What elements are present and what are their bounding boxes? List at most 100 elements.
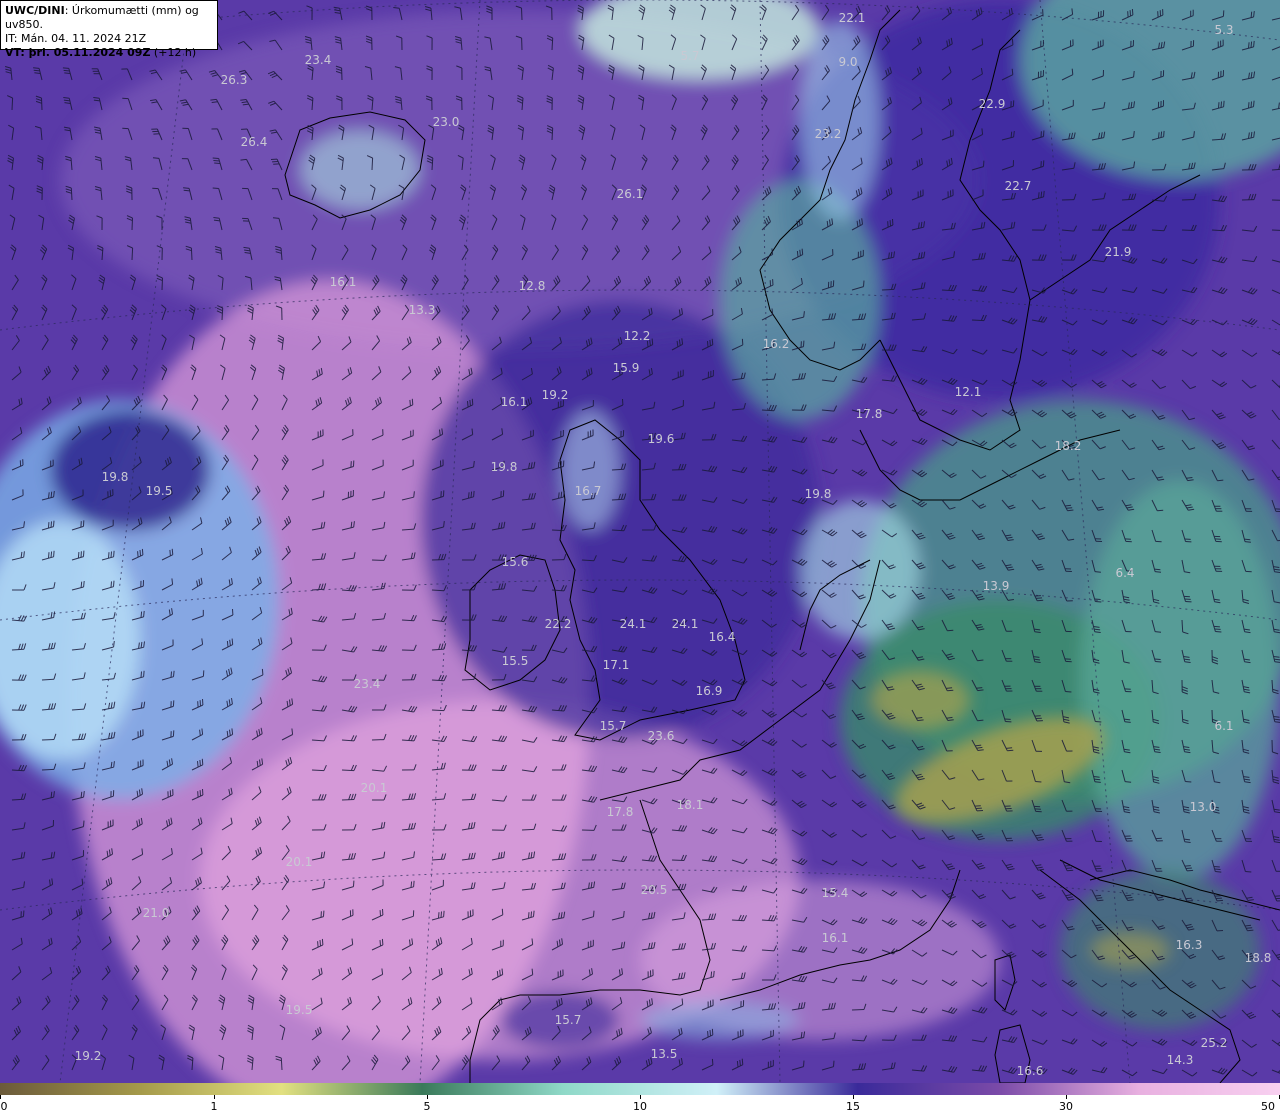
wind-barb-flag: [1038, 192, 1040, 199]
wind-barb-flag: [50, 551, 53, 558]
wind-barb-flag: [1250, 101, 1252, 108]
wind-barb-flag: [646, 340, 649, 348]
wind-barb-flag: [1250, 41, 1253, 48]
wind-barb-flag: [229, 639, 231, 646]
valid-time-label: VT: [5, 46, 21, 59]
wind-barb-flag: [981, 38, 984, 45]
wind-barb: [431, 709, 445, 712]
colorbar-tick-label: 10: [633, 1100, 647, 1113]
wind-barb-flag: [977, 689, 984, 692]
wind-barb: [551, 529, 565, 532]
wind-barb: [1181, 199, 1195, 201]
wind-barb-flag: [139, 549, 141, 557]
wind-barb-flag: [272, 217, 280, 219]
wind-barb-flag: [212, 187, 219, 189]
wind-barb-flag: [183, 189, 190, 192]
wind-barb-flag: [833, 1060, 835, 1067]
wind-barb-flag: [256, 760, 259, 767]
wind-barb-flag: [413, 491, 415, 498]
wind-barb-flag: [33, 67, 40, 69]
wind-barb-flag: [1250, 11, 1253, 18]
colorbar: 0 1 5 10 15 30 50: [0, 1083, 1280, 1115]
wind-barb-flag: [143, 670, 145, 677]
wind-barb-flag: [1067, 509, 1074, 512]
wind-barb-flag: [110, 551, 112, 558]
init-time-line: IT: Mán. 04. 11. 2024 21Z: [5, 32, 213, 46]
wind-barb: [551, 127, 554, 141]
wind-barb-flag: [214, 162, 221, 164]
valid-time-line: VT: þri. 05.11.2024 09Z (+12 h): [5, 46, 213, 60]
wind-barb-flag: [1155, 661, 1162, 663]
wind-barb-flag: [531, 968, 534, 975]
wind-barb-flag: [1160, 131, 1163, 138]
wind-barb-flag: [1097, 899, 1104, 902]
wind-barb-flag: [140, 611, 143, 618]
wind-barb-flag: [1185, 867, 1192, 869]
wind-barb-flag: [317, 941, 319, 948]
wind-barb-flag: [1184, 865, 1191, 867]
wind-barb-flag: [1071, 8, 1074, 15]
wind-barb-flag: [741, 1058, 744, 1065]
colorbar-tick: [214, 1095, 215, 1099]
wind-barb-flag: [946, 687, 953, 689]
wind-barb-flag: [48, 552, 50, 559]
wind-barb-flag: [1154, 658, 1161, 660]
wind-barb-flag: [1094, 598, 1101, 600]
wind-barb: [1211, 709, 1213, 723]
wind-barb-flag: [1011, 38, 1014, 45]
wind-barb-flag: [169, 549, 171, 556]
wind-barb-flag: [170, 671, 172, 678]
colorbar-tick-label: 50: [1261, 1100, 1275, 1113]
wind-barb-flag: [469, 399, 471, 406]
wind-barb-flag: [1215, 871, 1222, 873]
wind-barb-flag: [23, 551, 25, 558]
wind-barb: [581, 559, 595, 562]
wind-barb-flag: [1155, 571, 1162, 573]
wind-barb-flag: [33, 69, 40, 72]
wind-barb-flag: [467, 401, 469, 408]
wind-barb-flag: [1158, 132, 1160, 139]
wind-barb: [461, 678, 475, 681]
wind-barb-flag: [1157, 509, 1164, 512]
wind-barb-flag: [53, 490, 55, 498]
wind-barb-flag: [1067, 869, 1074, 872]
wind-barb-flag: [1071, 68, 1074, 75]
wind-barb: [551, 37, 554, 51]
wind-barb-flag: [113, 580, 115, 587]
wind-barb: [971, 319, 985, 322]
wind-barb-flag: [140, 671, 142, 678]
wind-barb-flag: [50, 491, 53, 498]
model-name: UWC/DINI: [5, 4, 65, 17]
wind-barb-flag: [439, 429, 441, 436]
wind-barb-flag: [350, 521, 353, 528]
wind-barb: [401, 619, 415, 622]
wind-barb-flag: [649, 339, 651, 346]
colorbar-tick: [853, 1095, 854, 1099]
wind-barb-flag: [1095, 721, 1102, 723]
colorbar-tick-label: 15: [846, 1100, 860, 1113]
wind-barb: [41, 739, 55, 741]
wind-barb-flag: [1223, 100, 1225, 107]
wind-barb: [311, 769, 325, 772]
wind-barb-flag: [351, 938, 354, 945]
wind-barb-flag: [353, 521, 355, 528]
wind-barb-flag: [1006, 747, 1013, 749]
wind-barb-flag: [499, 969, 501, 976]
wind-barb-flag: [141, 848, 144, 855]
wind-barb: [221, 307, 224, 321]
wind-barb: [761, 409, 775, 412]
wind-barb: [1271, 229, 1280, 231]
wind-barb-flag: [381, 968, 384, 975]
wind-barb-flag: [977, 659, 984, 662]
wind-barb-flag: [1043, 190, 1045, 197]
wind-barb-flag: [473, 490, 475, 497]
wind-barb-flag: [1217, 479, 1224, 482]
wind-barb-flag: [291, 728, 294, 735]
wind-barb-flag: [1248, 42, 1250, 49]
wind-barb-flag: [803, 311, 805, 318]
wind-barb-flag: [1133, 70, 1135, 78]
wind-barb-flag: [1217, 899, 1224, 902]
wind-barb-flag: [77, 552, 80, 559]
wind-barb-flag: [48, 492, 50, 499]
wind-barb-flag: [212, 157, 219, 159]
